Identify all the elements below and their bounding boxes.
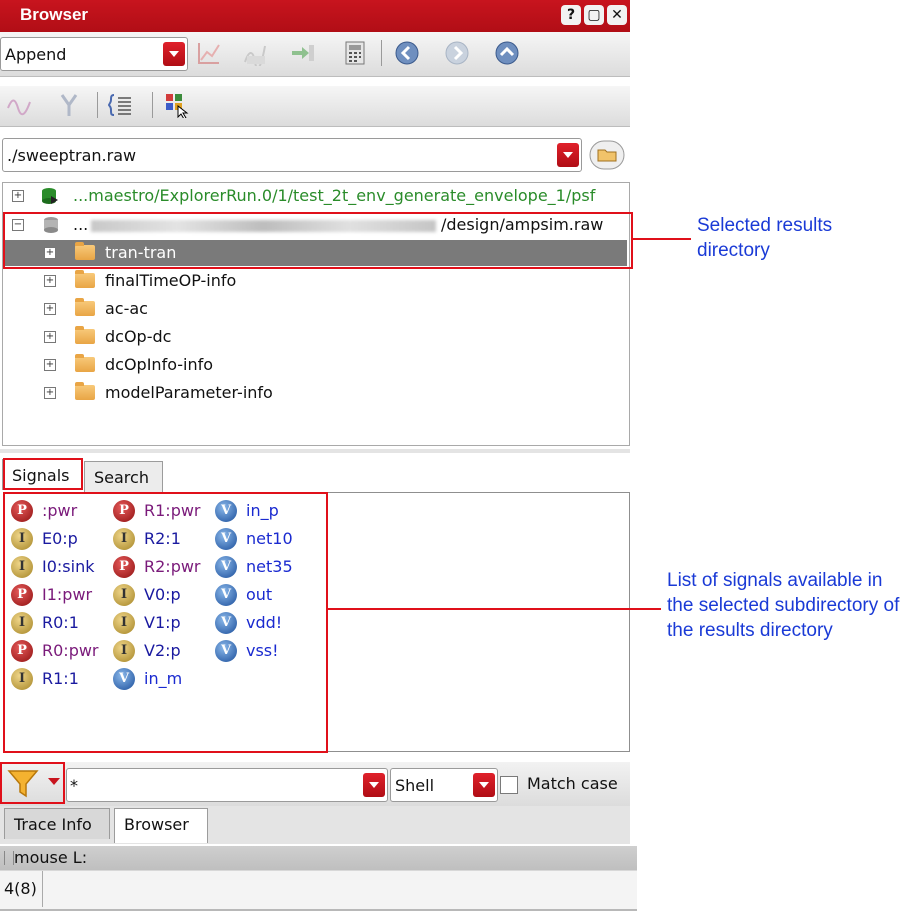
restore-icon[interactable]: ▢	[584, 5, 604, 25]
filter-pattern-input[interactable]: *	[66, 768, 388, 802]
filter-bar: * Shell Match case	[0, 762, 630, 806]
tree-row-label: dcOpInfo-info	[105, 355, 214, 374]
split-icon[interactable]	[56, 92, 82, 118]
expand-icon[interactable]: +	[44, 275, 56, 287]
match-case-label: Match case	[527, 774, 618, 793]
subwindow-icon[interactable]	[243, 40, 269, 66]
tab-trace-info[interactable]: Trace Info	[4, 808, 110, 839]
wave-icon[interactable]	[6, 92, 32, 118]
close-icon[interactable]: ✕	[607, 5, 627, 25]
filter-syntax-value: Shell	[395, 776, 435, 795]
tree-row-modelparameter[interactable]: + modelParameter-info	[3, 380, 627, 406]
mouse-status: mouse L:	[14, 848, 88, 867]
filter-syntax-select[interactable]: Shell	[390, 768, 498, 802]
tree-row-ac[interactable]: + ac-ac	[3, 296, 627, 322]
tree-row-label: ac-ac	[105, 299, 148, 318]
callout-selected-directory: Selected results directory	[697, 215, 833, 261]
bottom-tab-bar: Trace Info Browser	[0, 806, 630, 844]
chevron-down-icon[interactable]	[363, 773, 385, 797]
chevron-down-icon[interactable]	[163, 42, 185, 66]
expand-icon[interactable]: +	[12, 190, 24, 202]
info-bar: 4(8)	[0, 870, 637, 911]
main-toolbar: Append	[0, 32, 630, 77]
plot-mode-value: Append	[5, 45, 67, 64]
tree-row-finaltimeop[interactable]: + finalTimeOP-info	[3, 268, 627, 294]
folder-icon	[75, 326, 95, 344]
expand-icon[interactable]: +	[44, 331, 56, 343]
callout-line-selected	[633, 238, 691, 240]
match-case-checkbox[interactable]	[500, 776, 518, 794]
results-path-value: ./sweeptran.raw	[7, 146, 137, 165]
splitter-handle[interactable]	[0, 449, 630, 453]
tab-search-label: Search	[94, 468, 149, 487]
filter-pattern-value: *	[70, 776, 78, 795]
folder-icon	[75, 270, 95, 288]
count-status: 4(8)	[4, 879, 37, 898]
tree-row-label: dcOp-dc	[105, 327, 172, 346]
new-graph-icon[interactable]	[196, 40, 222, 66]
results-path-select[interactable]: ./sweeptran.raw	[2, 138, 582, 172]
grip-icon	[4, 851, 14, 865]
help-icon[interactable]: ?	[561, 5, 581, 25]
callout-signals-list: List of signals available in the selecte…	[667, 570, 900, 641]
folder-icon	[75, 298, 95, 316]
expand-icon[interactable]: +	[44, 359, 56, 371]
highlight-selected-directory	[3, 212, 633, 269]
up-icon[interactable]	[494, 40, 520, 66]
folder-icon	[75, 354, 95, 372]
toolbar-separator	[97, 92, 98, 118]
toolbar-separator	[152, 92, 153, 118]
title-bar: Browser ? ▢ ✕	[0, 0, 630, 32]
highlight-signals-tab	[3, 458, 83, 490]
highlight-filter-button	[0, 762, 65, 804]
expand-icon[interactable]: +	[44, 387, 56, 399]
forward-icon[interactable]	[444, 40, 470, 66]
tab-trace-info-label: Trace Info	[14, 815, 92, 834]
back-icon[interactable]	[394, 40, 420, 66]
database-icon	[42, 188, 58, 204]
folder-icon	[75, 382, 95, 400]
expand-icon[interactable]: +	[44, 303, 56, 315]
tab-search[interactable]: Search	[84, 461, 163, 492]
toolbar-separator	[381, 40, 382, 66]
tab-browser-label: Browser	[124, 815, 189, 834]
append-to-graph-icon[interactable]	[290, 40, 316, 66]
secondary-toolbar	[0, 86, 630, 127]
highlight-signals-list	[3, 492, 328, 753]
chevron-down-icon[interactable]	[473, 773, 495, 797]
calculator-icon[interactable]	[342, 40, 368, 66]
window-title: Browser	[20, 5, 89, 24]
chevron-down-icon[interactable]	[557, 143, 579, 167]
tree-row-dcop[interactable]: + dcOp-dc	[3, 324, 627, 350]
status-bar: mouse L:	[0, 846, 637, 870]
plot-mode-select[interactable]: Append	[0, 37, 188, 71]
open-folder-icon[interactable]	[589, 140, 625, 170]
tree-row-label: ...maestro/ExplorerRun.0/1/test_2t_env_g…	[73, 186, 596, 205]
callout-line-signals	[328, 608, 661, 610]
tree-row-label: finalTimeOP-info	[105, 271, 237, 290]
tree-row-label: modelParameter-info	[105, 383, 273, 402]
select-grid-icon[interactable]	[164, 92, 190, 118]
tree-row-psf[interactable]: + ...maestro/ExplorerRun.0/1/test_2t_env…	[3, 183, 627, 209]
tree-row-dcopinfo[interactable]: + dcOpInfo-info	[3, 352, 627, 378]
tab-browser[interactable]: Browser	[114, 808, 208, 843]
expression-list-icon[interactable]	[108, 92, 134, 118]
